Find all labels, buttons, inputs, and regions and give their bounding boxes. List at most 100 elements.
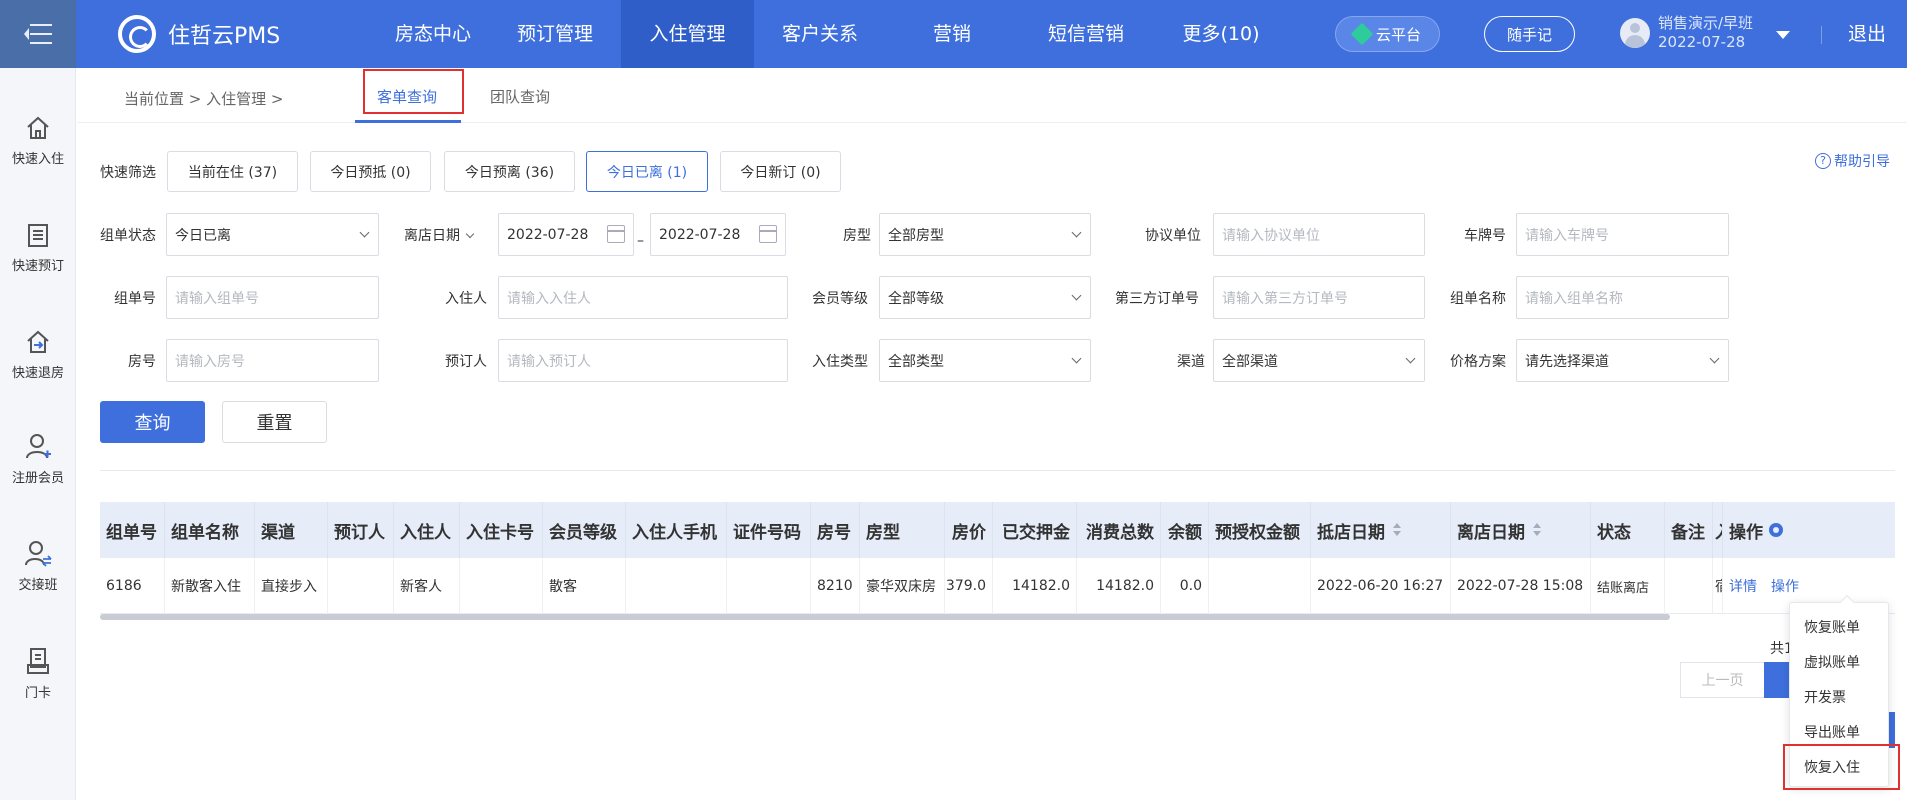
help-guide-link[interactable]: ? 帮助引导 <box>1815 151 1890 171</box>
group-no-label: 组单号 <box>114 291 156 307</box>
user-menu[interactable]: 销售演示/早班 2022-07-28 <box>1620 14 1753 52</box>
nav-marketing[interactable]: 营销 <box>896 0 1008 68</box>
leave-date-to[interactable]: 2022-07-28 <box>650 213 786 256</box>
nav-crm[interactable]: 客户关系 <box>764 0 876 68</box>
menu-item-export-bill[interactable]: 导出账单 <box>1804 722 1860 742</box>
col-header: 证件号码 <box>727 502 811 558</box>
booker-input[interactable]: 请输入预订人 <box>498 339 788 382</box>
nav-sms[interactable]: 短信营销 <box>1030 0 1142 68</box>
cloud-platform-label: 云平台 <box>1375 25 1421 44</box>
menu-item-restore-bill[interactable]: 恢复账单 <box>1804 617 1860 637</box>
menu-collapse-icon <box>24 24 52 44</box>
highlight-box-tab <box>363 69 464 114</box>
query-button[interactable]: 查询 <box>100 401 205 443</box>
sidebar-label: 快速预订 <box>11 259 64 274</box>
cell-rate: 379.0 <box>945 558 993 614</box>
quick-filter-departing[interactable]: 今日预离 (36) <box>444 151 575 192</box>
menu-item-invoice[interactable]: 开发票 <box>1804 687 1846 707</box>
sidebar-label: 快速退房 <box>11 366 64 381</box>
cell-group-name: 新散客入住 <box>165 558 255 614</box>
calendar-icon <box>759 225 777 243</box>
col-header: 渠道 <box>255 502 328 558</box>
tab-team-query[interactable]: 团队查询 <box>490 86 550 107</box>
plate-label: 车牌号 <box>1464 228 1506 244</box>
room-type-value: 全部房型 <box>888 227 944 244</box>
menu-item-virtual-bill[interactable]: 虚拟账单 <box>1804 652 1860 672</box>
cell-remark <box>1665 558 1713 614</box>
cell-channel: 直接步入 <box>255 558 328 614</box>
detail-link[interactable]: 详情 <box>1729 576 1757 596</box>
col-header: 房型 <box>860 502 945 558</box>
quick-filter-in-house[interactable]: 当前在住 (37) <box>167 151 298 192</box>
cell-id-no <box>727 558 811 614</box>
col-header: 房价 <box>945 502 993 558</box>
room-type-select[interactable]: 全部房型 <box>879 213 1091 256</box>
leave-date-label[interactable]: 离店日期 <box>404 225 475 245</box>
nav-checkin[interactable]: 入住管理 <box>621 0 754 68</box>
price-plan-select[interactable]: 请先选择渠道 <box>1516 339 1729 382</box>
cell-preauth <box>1209 558 1311 614</box>
logout-button[interactable]: 退出 <box>1848 0 1886 68</box>
col-header: 入住人 <box>394 502 460 558</box>
sidebar-item-quick-checkin[interactable]: 快速入住 <box>0 114 76 167</box>
col-header-actions: 操作 <box>1723 502 1895 558</box>
quick-note-button[interactable]: 随手记 <box>1484 16 1575 52</box>
top-navbar: 住哲云PMS 房态中心 预订管理 入住管理 客户关系 营销 短信营销 更多(10… <box>0 0 1907 68</box>
checkin-type-label: 入住类型 <box>812 354 868 370</box>
booker-label: 预订人 <box>445 354 487 370</box>
chevron-down-icon[interactable] <box>1776 31 1790 39</box>
prev-page-button[interactable]: 上一页 <box>1680 662 1765 698</box>
cloud-platform-button[interactable]: 云平台 <box>1335 16 1440 52</box>
guest-input[interactable]: 请输入入住人 <box>498 276 788 319</box>
menu-toggle-button[interactable] <box>0 0 76 68</box>
col-header: 入 <box>1713 502 1723 558</box>
reset-button[interactable]: 重置 <box>222 401 327 443</box>
quick-filter-arriving[interactable]: 今日预抵 (0) <box>310 151 431 192</box>
checkout-icon <box>27 330 49 353</box>
third-order-input[interactable]: 请输入第三方订单号 <box>1213 276 1425 319</box>
quick-filter-departed[interactable]: 今日已离 (1) <box>586 151 708 192</box>
leave-date-from[interactable]: 2022-07-28 <box>498 213 634 256</box>
gear-icon[interactable] <box>1769 523 1783 537</box>
cell-truncated: 宿 <box>1713 558 1723 614</box>
cell-group-no: 6186 <box>100 558 165 614</box>
sidebar-item-register-member[interactable]: 注册会员 <box>0 431 76 486</box>
plate-input[interactable]: 请输入车牌号 <box>1516 213 1729 256</box>
cell-booker <box>328 558 394 614</box>
sidebar-item-shift-handover[interactable]: 交接班 <box>0 538 76 593</box>
quick-filter-label: 快速筛选 <box>100 165 156 181</box>
channel-label: 渠道 <box>1177 354 1205 370</box>
nav-room-status[interactable]: 房态中心 <box>377 0 489 68</box>
sidebar-item-door-card[interactable]: 门卡 <box>0 646 76 701</box>
brand-logo[interactable]: 住哲云PMS <box>118 14 280 54</box>
group-no-input[interactable]: 请输入组单号 <box>166 276 379 319</box>
col-header: 预授权金额 <box>1209 502 1311 558</box>
room-no-input[interactable]: 请输入房号 <box>166 339 379 382</box>
cell-status: 结账离店 <box>1591 558 1665 614</box>
sidebar-item-quick-checkout[interactable]: 快速退房 <box>0 328 76 381</box>
quick-filter-new-booking[interactable]: 今日新订 (0) <box>720 151 841 192</box>
col-header: 余额 <box>1161 502 1209 558</box>
section-divider <box>100 470 1895 471</box>
checkin-type-select[interactable]: 全部类型 <box>879 339 1091 382</box>
col-header: 备注 <box>1665 502 1713 558</box>
agreement-input[interactable]: 请输入协议单位 <box>1213 213 1425 256</box>
date-range-separator: – <box>637 233 644 249</box>
channel-value: 全部渠道 <box>1222 353 1278 370</box>
breadcrumb: 当前位置 > 入住管理 > <box>124 90 284 108</box>
cell-phone <box>626 558 727 614</box>
operation-link[interactable]: 操作 <box>1771 576 1799 596</box>
chevron-down-icon <box>1405 353 1416 364</box>
sidebar-item-quick-booking[interactable]: 快速预订 <box>0 221 76 274</box>
col-header-arrival-date[interactable]: 抵店日期 <box>1311 502 1451 558</box>
group-name-input[interactable]: 请输入组单名称 <box>1516 276 1729 319</box>
col-header-departure-date[interactable]: 离店日期 <box>1451 502 1591 558</box>
chevron-down-icon <box>465 229 475 239</box>
member-level-label: 会员等级 <box>812 291 868 307</box>
nav-reservation[interactable]: 预订管理 <box>499 0 611 68</box>
nav-more[interactable]: 更多(10) <box>1165 0 1277 68</box>
horizontal-scrollbar[interactable] <box>100 614 1670 620</box>
channel-select[interactable]: 全部渠道 <box>1213 339 1425 382</box>
group-status-select[interactable]: 今日已离 <box>166 213 379 256</box>
member-level-select[interactable]: 全部等级 <box>879 276 1091 319</box>
